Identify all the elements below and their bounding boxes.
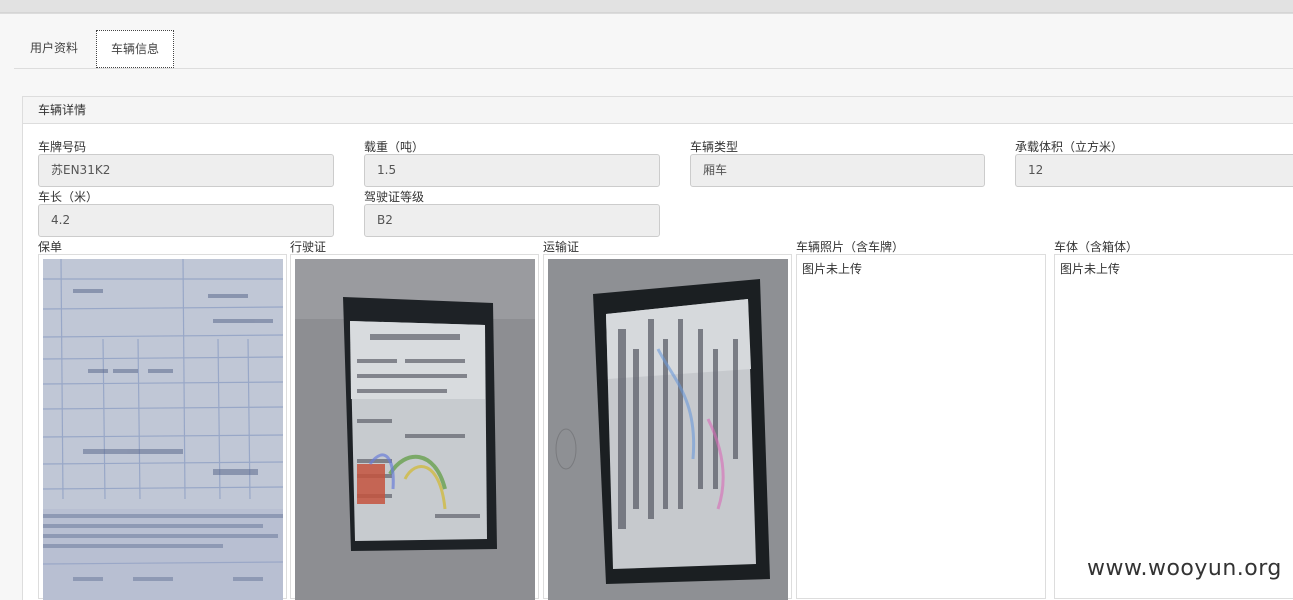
- license-grade-label: 驾驶证等级: [364, 190, 425, 204]
- watermark: www.wooyun.org: [1087, 556, 1282, 581]
- body-photo-empty-text: 图片未上传: [1060, 262, 1121, 276]
- length-field[interactable]: 4.2: [38, 204, 334, 237]
- driving-license-label: 行驶证: [290, 240, 327, 254]
- insurance-image[interactable]: [38, 254, 287, 600]
- plate-label: 车牌号码: [38, 140, 87, 154]
- panel-title: 车辆详情: [38, 103, 87, 117]
- transport-permit-label: 运输证: [543, 240, 580, 254]
- plate-field[interactable]: 苏EN31K2: [38, 154, 334, 187]
- volume-field[interactable]: 12: [1015, 154, 1293, 187]
- driving-license-image[interactable]: [290, 254, 539, 600]
- transport-permit-photo: [548, 259, 788, 600]
- insurance-label: 保单: [38, 240, 63, 254]
- vehicle-photo-label: 车辆照片（含车牌）: [796, 240, 905, 254]
- top-bar: [0, 0, 1293, 13]
- tab-user-profile[interactable]: 用户资料: [14, 30, 94, 67]
- tab-vehicle-info[interactable]: 车辆信息: [96, 30, 174, 68]
- vehicle-type-label: 车辆类型: [690, 140, 739, 154]
- driving-license-photo: [295, 259, 535, 600]
- length-label: 车长（米）: [38, 190, 99, 204]
- load-label: 载重（吨）: [364, 140, 425, 154]
- body-photo-label: 车体（含箱体）: [1054, 240, 1139, 254]
- body-photo-box[interactable]: 图片未上传: [1054, 254, 1293, 599]
- load-field[interactable]: 1.5: [364, 154, 660, 187]
- transport-permit-image[interactable]: [543, 254, 792, 600]
- vehicle-photo-box[interactable]: 图片未上传: [796, 254, 1046, 599]
- volume-label: 承载体积（立方米）: [1015, 140, 1124, 154]
- insurance-photo: [43, 259, 283, 600]
- license-grade-field[interactable]: B2: [364, 204, 660, 237]
- vehicle-type-field[interactable]: 厢车: [690, 154, 985, 187]
- panel-header: 车辆详情: [23, 97, 1293, 124]
- vehicle-photo-empty-text: 图片未上传: [802, 262, 863, 276]
- tab-bar: 用户资料 车辆信息: [14, 30, 1293, 69]
